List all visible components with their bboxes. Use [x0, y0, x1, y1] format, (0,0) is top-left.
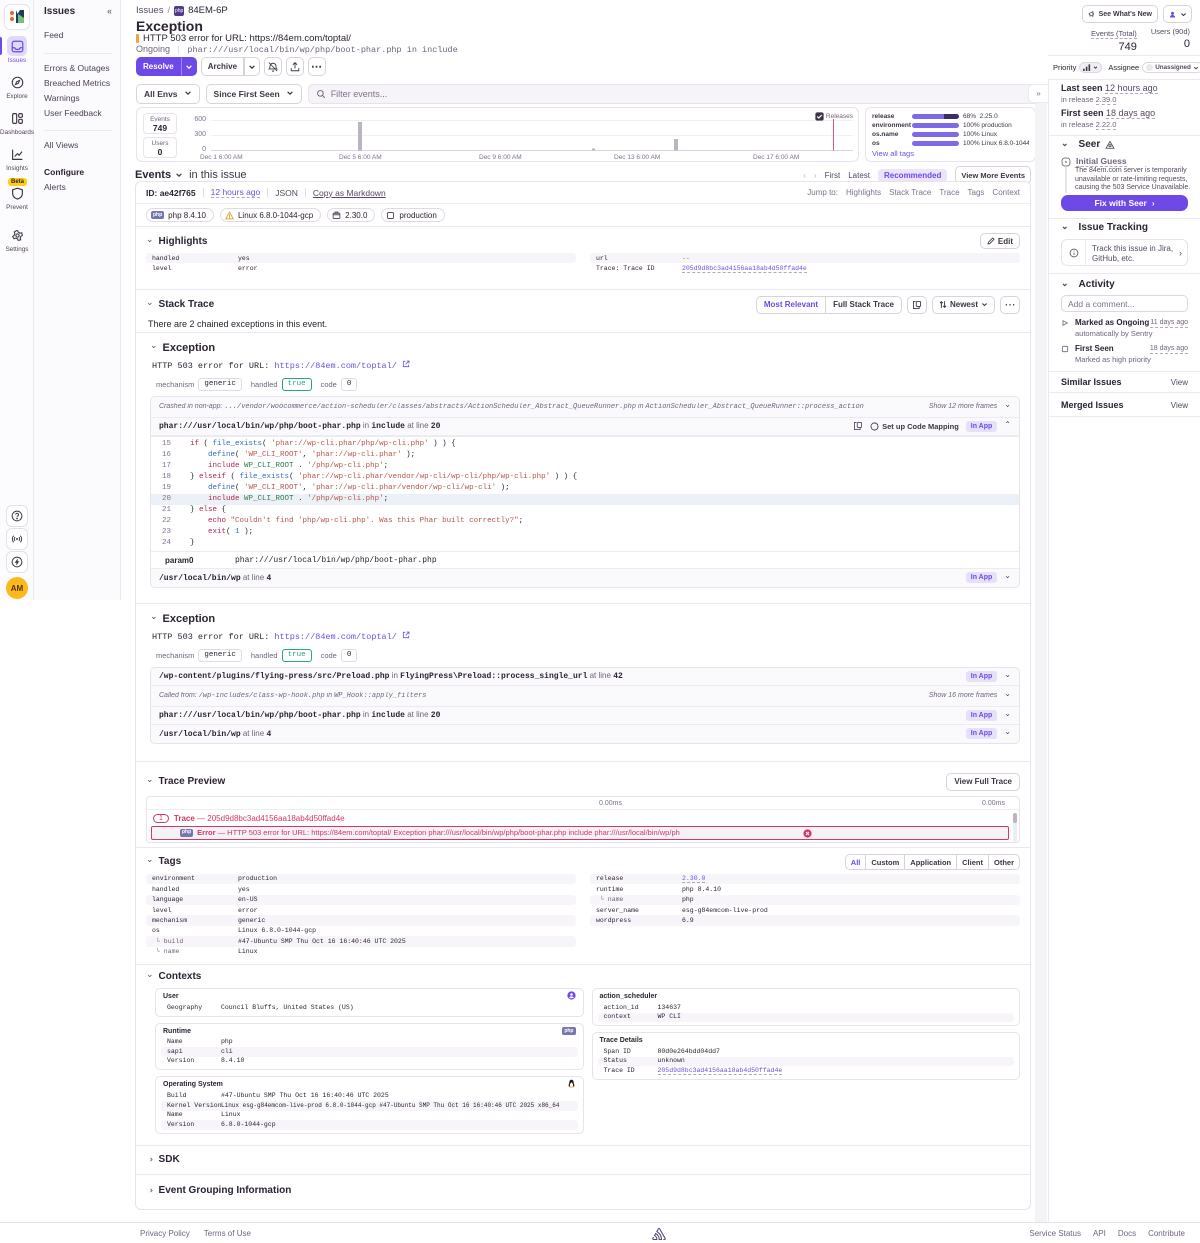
svg-text:600: 600	[194, 116, 206, 123]
svg-text:300: 300	[194, 131, 206, 138]
svg-text:Dec 1 6:00 AM: Dec 1 6:00 AM	[200, 154, 243, 161]
svg-text:0: 0	[202, 146, 206, 153]
svg-text:Dec 13 6:00 AM: Dec 13 6:00 AM	[614, 154, 660, 161]
svg-text:Dec 5 6:00 AM: Dec 5 6:00 AM	[339, 154, 382, 161]
svg-text:Dec 17 6:00 AM: Dec 17 6:00 AM	[753, 154, 799, 161]
svg-text:Dec 9 6:00 AM: Dec 9 6:00 AM	[479, 154, 522, 161]
